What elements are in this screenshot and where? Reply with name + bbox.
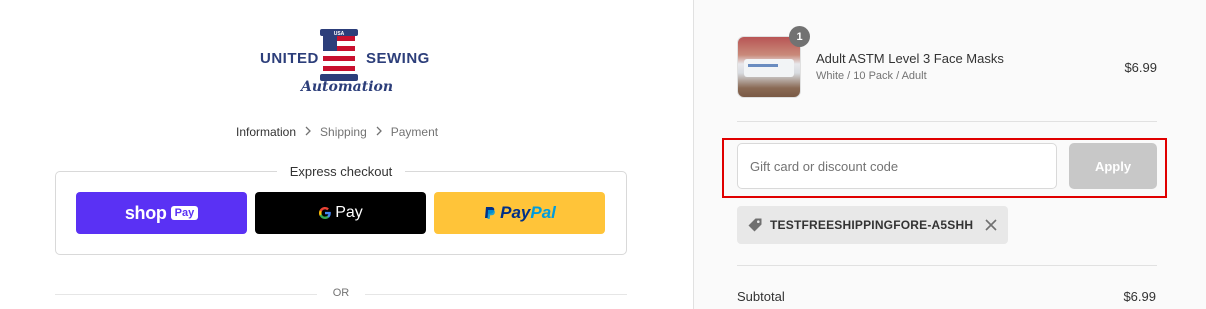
chevron-right-icon <box>304 124 312 139</box>
breadcrumb-information: Information <box>236 124 297 139</box>
divider <box>737 121 1157 122</box>
applied-discount-code: TESTFREESHIPPINGFORE-A5SHH <box>770 218 974 232</box>
close-icon[interactable] <box>984 218 998 232</box>
or-divider: OR <box>55 286 627 302</box>
breadcrumb-shipping[interactable]: Shipping <box>320 125 367 139</box>
chevron-right-icon <box>375 124 383 139</box>
store-logo[interactable]: UNITED USA SEWING Automation <box>255 28 429 102</box>
express-checkout-title: Express checkout <box>276 164 406 179</box>
paypal-logo-icon <box>485 206 495 219</box>
breadcrumb-payment[interactable]: Payment <box>391 125 438 139</box>
or-divider-text: OR <box>332 287 350 299</box>
shop-pay-badge: Pay <box>170 206 199 220</box>
shop-pay-label: shop <box>124 202 167 223</box>
checkout-main: UNITED USA SEWING Automation Information… <box>0 0 693 309</box>
breadcrumb: Information Shipping Payment <box>236 124 438 139</box>
paypal-label-pal: Pal <box>530 203 556 222</box>
google-pay-button[interactable]: Pay <box>255 192 426 234</box>
product-thumbnail <box>737 36 801 98</box>
logo-word-left: UNITED <box>260 50 319 67</box>
applied-discount-tag: TESTFREESHIPPINGFORE-A5SHH <box>737 206 1008 244</box>
apply-button[interactable]: Apply <box>1069 143 1157 189</box>
tag-icon <box>747 217 763 233</box>
discount-code-placeholder: Gift card or discount code <box>750 158 899 174</box>
logo-word-right: SEWING <box>366 50 430 67</box>
quantity-badge: 1 <box>789 26 810 47</box>
subtotal-value: $6.99 <box>1123 289 1156 304</box>
line-item: 1 Adult ASTM Level 3 Face Masks White / … <box>737 26 1157 98</box>
google-pay-label: Pay <box>335 204 363 221</box>
spool-flag-icon: USA <box>320 29 358 81</box>
express-checkout: Express checkout shop Pay Pay PayPal <box>55 164 627 255</box>
shop-pay-button[interactable]: shop Pay <box>76 192 247 234</box>
order-summary: 1 Adult ASTM Level 3 Face Masks White / … <box>693 0 1206 309</box>
subtotal-label: Subtotal <box>737 289 785 304</box>
paypal-label-pay: Pay <box>500 203 531 222</box>
logo-script: Automation <box>301 79 394 95</box>
product-price: $6.99 <box>1124 60 1157 75</box>
google-g-icon <box>319 207 332 219</box>
discount-code-input[interactable]: Gift card or discount code <box>737 143 1057 189</box>
divider <box>737 265 1157 266</box>
product-name: Adult ASTM Level 3 Face Masks <box>816 51 1004 66</box>
product-variant: White / 10 Pack / Adult <box>816 70 927 82</box>
paypal-button[interactable]: PayPal <box>434 192 605 234</box>
